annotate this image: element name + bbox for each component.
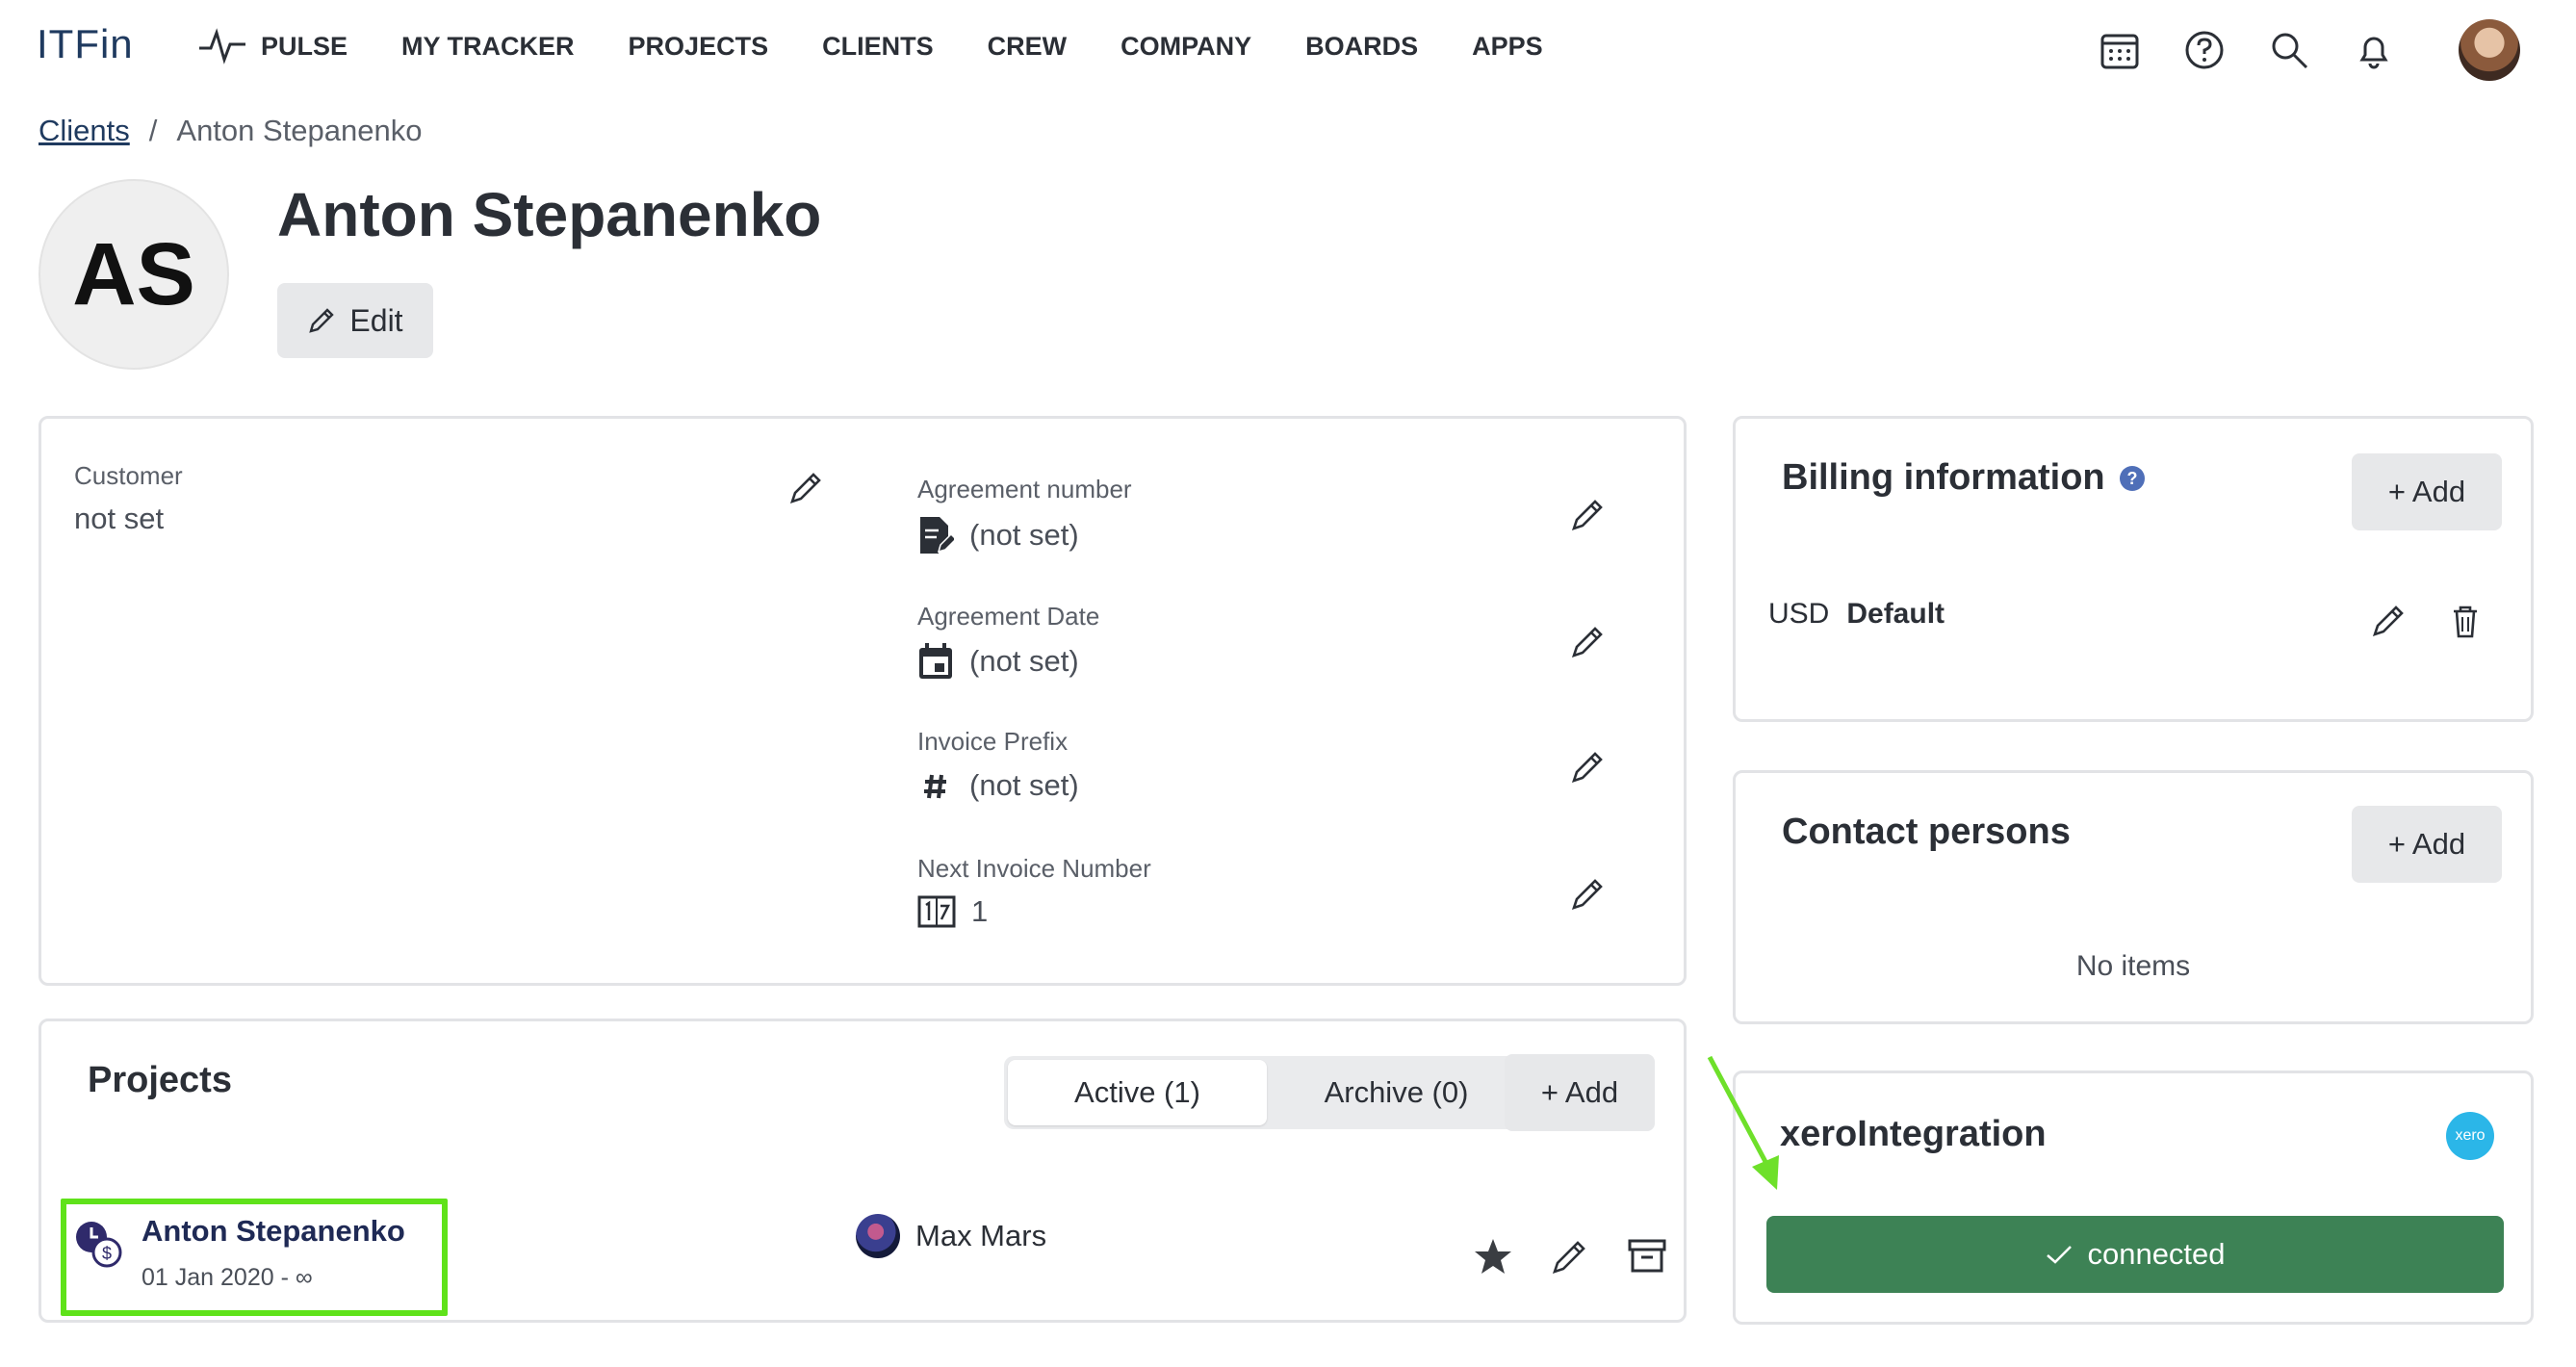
- breadcrumb-current: Anton Stepanenko: [176, 114, 423, 147]
- customer-label: Customer: [74, 461, 183, 490]
- edit-label: Edit: [349, 302, 403, 338]
- projects-title: Projects: [88, 1060, 232, 1100]
- manager-name: Max Mars: [915, 1219, 1047, 1252]
- nav-company[interactable]: COMPANY: [1121, 32, 1251, 62]
- billing-title: Billing information ?: [1782, 457, 2146, 499]
- project-name-link[interactable]: Anton Stepanenko: [142, 1214, 405, 1249]
- help-icon[interactable]: [2183, 29, 2226, 71]
- agreement-date-value: (not set): [917, 642, 1079, 681]
- search-icon[interactable]: [2268, 29, 2310, 71]
- xero-panel: xeroIntegration xero connected: [1733, 1070, 2534, 1325]
- time-money-icon: $: [76, 1222, 122, 1268]
- invoice-prefix-value: (not set): [917, 767, 1079, 804]
- counter-icon: [917, 895, 956, 928]
- customer-value-text: not set: [74, 502, 165, 535]
- next-invoice-text: 1: [971, 894, 989, 928]
- breadcrumb-separator: /: [148, 114, 158, 147]
- contacts-empty: No items: [2075, 950, 2191, 982]
- archive-icon[interactable]: [1626, 1235, 1668, 1277]
- tab-active[interactable]: Active (1): [1008, 1060, 1267, 1125]
- nav-label: PULSE: [261, 31, 348, 61]
- edit-project-pencil-icon[interactable]: [1549, 1235, 1591, 1277]
- billing-entry: USD Default: [1768, 598, 1945, 631]
- nav-label: MY TRACKER: [401, 31, 575, 61]
- nav-clients[interactable]: CLIENTS: [822, 32, 934, 62]
- top-navbar: ITFin PULSE MY TRACKER PROJECTS CLIENTS …: [0, 0, 2576, 104]
- xero-status: connected: [2087, 1237, 2226, 1271]
- agreement-number-text: (not set): [969, 518, 1079, 552]
- document-edit-icon: [920, 517, 954, 554]
- edit-invoice-prefix-pencil-icon[interactable]: [1568, 748, 1607, 787]
- add-contact-button[interactable]: + Add: [2352, 806, 2502, 883]
- nav-my-tracker[interactable]: MY TRACKER: [401, 32, 575, 62]
- annotation-arrow: [1707, 1055, 1779, 1190]
- calendar-event-icon: [919, 643, 952, 679]
- breadcrumb-clients-link[interactable]: Clients: [39, 114, 130, 148]
- customer-value: not set: [74, 502, 164, 536]
- edit-agreement-date-pencil-icon[interactable]: [1568, 623, 1607, 661]
- client-avatar: AS: [39, 179, 229, 370]
- hashtag-icon: [924, 774, 946, 799]
- projects-panel: Projects Active (1) Archive (0) + Add $ …: [39, 1019, 1687, 1323]
- svg-text:?: ?: [2126, 469, 2137, 488]
- billing-entry-name: Default: [1846, 598, 1945, 630]
- agreement-number-value: (not set): [917, 515, 1079, 555]
- agreement-number-label: Agreement number: [917, 475, 1132, 503]
- nav-pulse[interactable]: PULSE: [197, 27, 348, 65]
- xero-connected-button[interactable]: connected: [1766, 1216, 2504, 1293]
- contacts-panel: Contact persons + Add No items: [1733, 770, 2534, 1024]
- contacts-title: Contact persons: [1782, 812, 2071, 852]
- project-manager: Max Mars: [856, 1214, 1046, 1258]
- edit-customer-pencil-icon[interactable]: [786, 469, 825, 507]
- svg-text:$: $: [102, 1244, 112, 1263]
- nav-label: CLIENTS: [822, 31, 934, 61]
- nav-label: APPS: [1472, 31, 1543, 61]
- billing-title-text: Billing information: [1782, 457, 2105, 498]
- pencil-icon: [309, 308, 335, 333]
- client-info-panel: Customer not set Agreement number (not s…: [39, 416, 1687, 986]
- invoice-prefix-text: (not set): [969, 768, 1079, 802]
- main-nav: PULSE MY TRACKER PROJECTS CLIENTS CREW C…: [197, 27, 1597, 65]
- nav-label: PROJECTS: [628, 31, 769, 61]
- help-circle-icon[interactable]: ?: [2119, 465, 2146, 492]
- edit-client-button[interactable]: Edit: [277, 283, 433, 358]
- tab-archive[interactable]: Archive (0): [1267, 1060, 1526, 1125]
- star-icon[interactable]: [1472, 1235, 1514, 1277]
- bell-icon[interactable]: [2353, 29, 2395, 71]
- edit-next-invoice-pencil-icon[interactable]: [1568, 875, 1607, 914]
- agreement-date-text: (not set): [969, 644, 1079, 678]
- manager-avatar: [856, 1214, 900, 1258]
- edit-agreement-number-pencil-icon[interactable]: [1568, 496, 1607, 534]
- xero-logo: xero: [2446, 1112, 2494, 1160]
- page-title: Anton Stepanenko: [277, 180, 822, 249]
- nav-projects[interactable]: PROJECTS: [629, 32, 769, 62]
- xero-title: xeroIntegration: [1780, 1114, 2047, 1154]
- user-avatar[interactable]: [2459, 19, 2520, 81]
- app-logo[interactable]: ITFin: [37, 21, 134, 67]
- invoice-prefix-label: Invoice Prefix: [917, 727, 1069, 756]
- add-project-button[interactable]: + Add: [1505, 1054, 1655, 1131]
- nav-crew[interactable]: CREW: [988, 32, 1068, 62]
- pulse-icon: [199, 28, 245, 64]
- nav-label: BOARDS: [1305, 31, 1419, 61]
- breadcrumb: Clients / Anton Stepanenko: [39, 114, 423, 148]
- edit-billing-pencil-icon[interactable]: [2369, 602, 2408, 640]
- billing-currency: USD: [1768, 598, 1830, 630]
- next-invoice-value: 1: [917, 894, 988, 929]
- calendar-icon[interactable]: [2099, 29, 2141, 71]
- check-icon: [2047, 1246, 2073, 1264]
- nav-apps[interactable]: APPS: [1472, 32, 1543, 62]
- projects-tab-switch: Active (1) Archive (0): [1004, 1056, 1530, 1129]
- next-invoice-label: Next Invoice Number: [917, 854, 1151, 883]
- project-dates: 01 Jan 2020 - ∞: [142, 1264, 313, 1291]
- add-billing-button[interactable]: + Add: [2352, 453, 2502, 530]
- trash-icon[interactable]: [2446, 602, 2485, 640]
- nav-label: COMPANY: [1121, 31, 1252, 61]
- nav-label: CREW: [987, 31, 1068, 61]
- nav-boards[interactable]: BOARDS: [1305, 32, 1418, 62]
- agreement-date-label: Agreement Date: [917, 602, 1100, 631]
- billing-panel: Billing information ? + Add USD Default: [1733, 416, 2534, 722]
